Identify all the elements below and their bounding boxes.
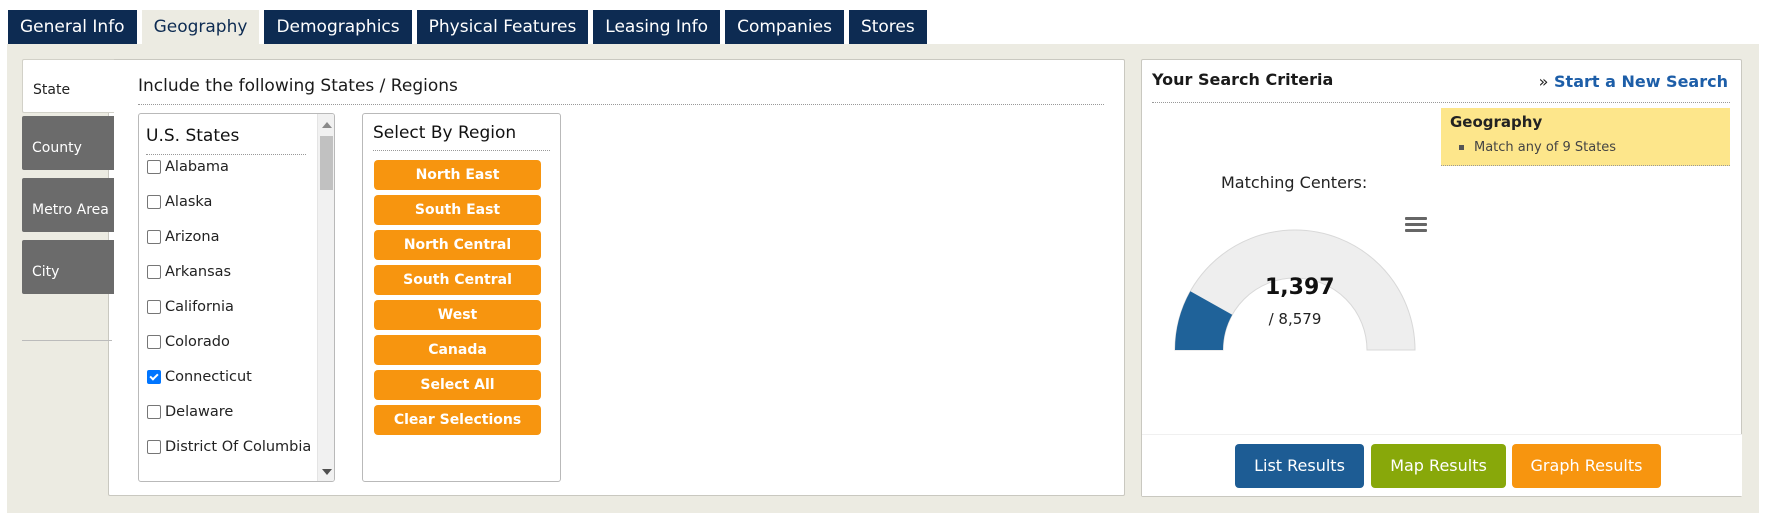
total-centers-count: / 8,579 <box>1268 310 1322 328</box>
state-label: Arizona <box>165 229 220 245</box>
state-row-alabama[interactable]: Alabama <box>147 156 229 178</box>
tab-general-info[interactable]: General Info <box>8 10 137 44</box>
region-button-west[interactable]: West <box>374 300 541 330</box>
region-button-canada[interactable]: Canada <box>374 335 541 365</box>
state-checkbox[interactable] <box>147 405 161 419</box>
list-results-button[interactable]: List Results <box>1235 444 1364 488</box>
state-label: Alaska <box>165 194 213 210</box>
section-title: Include the following States / Regions <box>138 76 458 96</box>
checkmark-icon <box>149 370 159 381</box>
state-checkbox[interactable] <box>147 230 161 244</box>
region-button-north-central[interactable]: North Central <box>374 230 541 260</box>
tab-demographics[interactable]: Demographics <box>264 10 412 44</box>
side-tab-city[interactable]: City <box>22 240 114 294</box>
geography-criteria-summary: Geography Match any of 9 States <box>1441 108 1730 166</box>
geography-criteria-item: Match any of 9 States <box>1459 140 1616 155</box>
square-bullet-icon <box>1459 145 1464 150</box>
tab-companies[interactable]: Companies <box>725 10 844 44</box>
state-row-partial <box>147 478 165 481</box>
region-button-clear-selections[interactable]: Clear Selections <box>374 405 541 435</box>
state-checkbox[interactable] <box>147 265 161 279</box>
section-divider <box>138 104 1104 105</box>
tab-leasing-info[interactable]: Leasing Info <box>593 10 721 44</box>
start-new-search-link[interactable]: » Start a New Search <box>1539 72 1728 91</box>
scroll-down-arrow-icon[interactable] <box>322 469 332 475</box>
state-row-alaska[interactable]: Alaska <box>147 191 212 213</box>
scroll-thumb[interactable] <box>320 136 333 190</box>
state-row-colorado[interactable]: Colorado <box>147 331 230 353</box>
criteria-divider <box>1152 102 1730 103</box>
state-checkbox[interactable] <box>147 335 161 349</box>
states-heading: U.S. States <box>146 126 240 146</box>
state-row-connecticut[interactable]: Connecticut <box>147 366 252 388</box>
state-label: Connecticut <box>165 369 252 385</box>
criteria-title: Your Search Criteria <box>1152 70 1334 89</box>
side-tab-state[interactable]: State <box>22 59 114 113</box>
region-button-north-east[interactable]: North East <box>374 160 541 190</box>
side-tab-metro-area[interactable]: Metro Area <box>22 178 114 232</box>
state-checkbox[interactable] <box>147 370 161 384</box>
state-checkbox[interactable] <box>147 440 161 454</box>
geography-criteria-title: Geography <box>1450 113 1543 131</box>
region-selector: Select By Region North East South East N… <box>362 113 561 482</box>
state-row-california[interactable]: California <box>147 296 234 318</box>
start-new-search-label[interactable]: Start a New Search <box>1554 72 1728 91</box>
geography-criteria-text: Match any of 9 States <box>1474 140 1617 155</box>
state-row-delaware[interactable]: Delaware <box>147 401 233 423</box>
state-label: Arkansas <box>165 264 232 280</box>
state-label: California <box>165 299 234 315</box>
state-checkbox[interactable] <box>147 195 161 209</box>
region-divider <box>373 150 550 151</box>
state-label: District Of Columbia <box>165 439 312 455</box>
state-label: Colorado <box>165 334 230 350</box>
state-row-arizona[interactable]: Arizona <box>147 226 219 248</box>
region-button-select-all[interactable]: Select All <box>374 370 541 400</box>
top-tab-bar: General Info Geography Demographics Phys… <box>8 10 932 44</box>
region-button-south-east[interactable]: South East <box>374 195 541 225</box>
state-checkbox[interactable] <box>147 160 161 174</box>
tab-stores[interactable]: Stores <box>848 10 927 44</box>
double-chevron-icon: » <box>1538 72 1549 91</box>
matching-centers-label: Matching Centers: <box>1221 173 1368 192</box>
state-label: Delaware <box>165 404 234 420</box>
scroll-up-arrow-icon[interactable] <box>322 122 332 128</box>
matching-centers-count: 1,397 <box>1265 275 1335 300</box>
region-button-south-central[interactable]: South Central <box>374 265 541 295</box>
tab-geography[interactable]: Geography <box>141 10 260 44</box>
state-checkbox[interactable] <box>147 300 161 314</box>
state-label: Alabama <box>165 159 229 175</box>
tab-physical-features[interactable]: Physical Features <box>416 10 589 44</box>
states-divider <box>146 154 306 155</box>
geography-side-tabs: State County Metro Area City <box>22 59 114 341</box>
state-row-district-of-columbia[interactable]: District Of Columbia <box>147 436 311 458</box>
states-scrollbar[interactable] <box>317 114 334 481</box>
region-heading: Select By Region <box>373 123 517 143</box>
graph-results-button[interactable]: Graph Results <box>1512 444 1661 488</box>
states-list[interactable]: U.S. States Alabama Alaska Arizona Arkansas… <box>138 113 335 482</box>
map-results-button[interactable]: Map Results <box>1371 444 1506 488</box>
side-tab-county[interactable]: County <box>22 116 114 170</box>
state-row-arkansas[interactable]: Arkansas <box>147 261 231 283</box>
